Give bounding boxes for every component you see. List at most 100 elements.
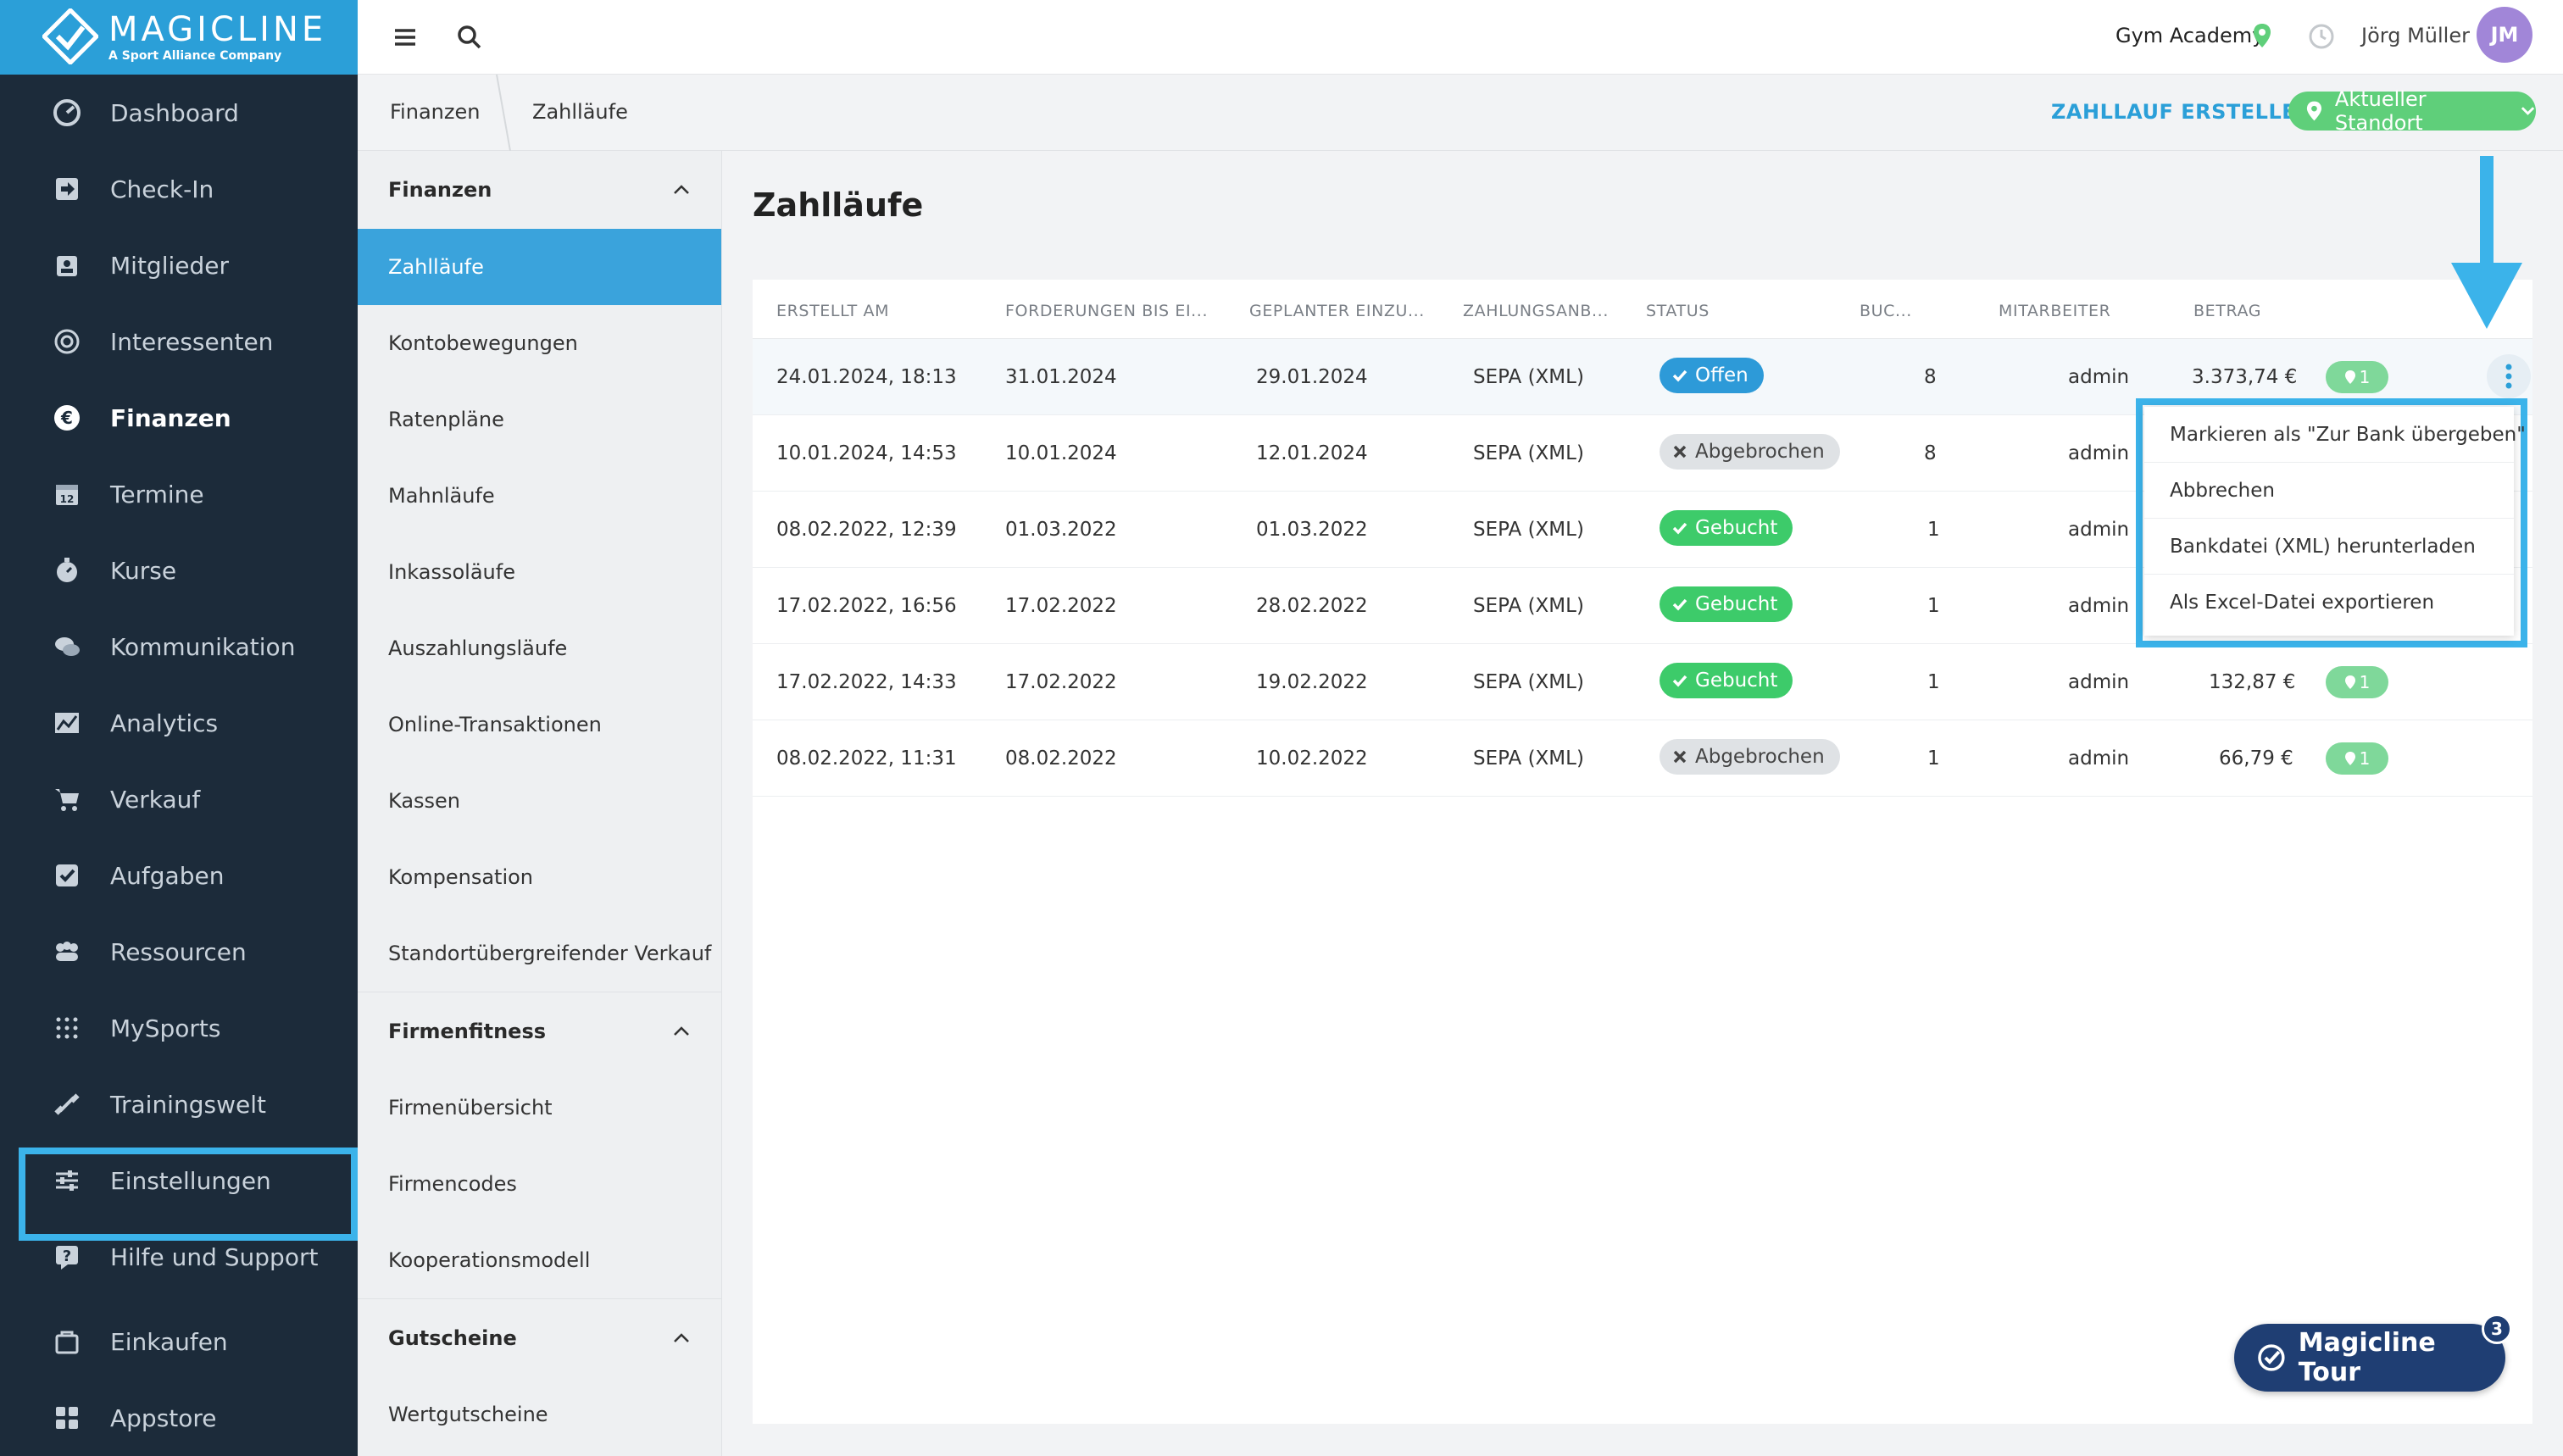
column-header[interactable]: BETRAG: [2193, 302, 2261, 320]
subnav-item-wertgutscheine[interactable]: Wertgutscheine: [358, 1376, 721, 1453]
status-label: Abgebrochen: [1695, 441, 1825, 463]
nav-item-finanzen[interactable]: € Finanzen: [0, 380, 358, 456]
subnav-item-online-transaktionen[interactable]: Online-Transaktionen: [358, 686, 721, 763]
nav-label: Hilfe und Support: [110, 1242, 319, 1271]
nav-item-mitglieder[interactable]: Mitglieder: [0, 227, 358, 303]
nav-item-hilfe[interactable]: ? Hilfe und Support: [0, 1219, 358, 1295]
cell-created: 08.02.2022, 12:39: [776, 519, 957, 541]
subnav-item-mahnlaeufe[interactable]: Mahnläufe: [358, 458, 721, 534]
hamburger-menu-icon[interactable]: [388, 20, 422, 54]
location-count: 1: [2359, 748, 2371, 769]
subnav-item-standortuebergreifender-verkauf[interactable]: Standortübergreifender Verkauf: [358, 915, 721, 992]
table-row[interactable]: 08.02.2022, 11:31 08.02.2022 10.02.2022 …: [753, 720, 2532, 797]
check-icon: [1672, 370, 1687, 382]
location-selector-label: Aktueller Standort: [2334, 87, 2427, 135]
column-header[interactable]: ERSTELLT AM: [776, 302, 889, 320]
chevron-up-icon: [674, 185, 689, 194]
subnav-item-auszahlungslaeufe[interactable]: Auszahlungsläufe: [358, 610, 721, 686]
nav-label: Dashboard: [110, 98, 239, 127]
subnav-item-zahllaeufe[interactable]: Zahlläufe: [358, 229, 721, 305]
close-icon: [1673, 445, 1687, 458]
page-title: Zahlläufe: [753, 186, 924, 224]
cell-created: 10.01.2024, 14:53: [776, 442, 957, 464]
row-actions-menu-button[interactable]: [2487, 354, 2531, 398]
nav-item-einkaufen[interactable]: Einkaufen: [0, 1303, 358, 1380]
logo-bar[interactable]: MAGICLINE A Sport Alliance Company: [0, 0, 358, 75]
subnav-item-firmencodes[interactable]: Firmencodes: [358, 1146, 721, 1222]
location-pin-icon: [2344, 675, 2355, 689]
svg-text:12: 12: [60, 493, 75, 505]
cell-claims-until: 17.02.2022: [1005, 671, 1117, 693]
location-count-badge[interactable]: 1: [2326, 742, 2388, 775]
cell-claims-until: 08.02.2022: [1005, 747, 1117, 770]
nav-item-dashboard[interactable]: Dashboard: [0, 75, 358, 151]
nav-item-aufgaben[interactable]: Aufgaben: [0, 837, 358, 914]
nav-label: Kurse: [110, 556, 177, 585]
magicline-tour-button[interactable]: Magicline Tour: [2234, 1324, 2505, 1392]
cell-provider: SEPA (XML): [1473, 442, 1584, 464]
nav-item-kurse[interactable]: Kurse: [0, 532, 358, 609]
menu-item-mark-sent-to-bank[interactable]: Markieren als "Zur Bank übergeben": [2144, 407, 2526, 463]
location-count-badge[interactable]: 1: [2326, 361, 2388, 393]
nav-item-ressourcen[interactable]: Ressourcen: [0, 914, 358, 990]
nav-item-mysports[interactable]: MySports: [0, 990, 358, 1066]
cell-provider: SEPA (XML): [1473, 595, 1584, 617]
menu-item-download-bank-file[interactable]: Bankdatei (XML) herunterladen: [2144, 519, 2514, 575]
menu-item-export-excel[interactable]: Als Excel-Datei exportieren: [2144, 575, 2514, 631]
nav-item-analytics[interactable]: Analytics: [0, 685, 358, 761]
nav-item-interessenten[interactable]: Interessenten: [0, 303, 358, 380]
user-name[interactable]: Jörg Müller: [2361, 24, 2470, 47]
breadcrumb: Finanzen Zahlläufe ZAHLLAUF ERSTELLEN Ak…: [358, 75, 2563, 151]
tour-count-badge: 3: [2482, 1314, 2512, 1344]
nav-item-verkauf[interactable]: Verkauf: [0, 761, 358, 837]
status-badge: Gebucht: [1660, 586, 1793, 622]
breadcrumb-parent[interactable]: Finanzen: [390, 100, 480, 124]
help-icon: ?: [53, 1242, 81, 1271]
subnav-item-kooperationsmodell[interactable]: Kooperationsmodell: [358, 1222, 721, 1298]
table-row[interactable]: 17.02.2022, 14:33 17.02.2022 19.02.2022 …: [753, 644, 2532, 720]
nav-item-einstellungen[interactable]: Einstellungen: [0, 1142, 358, 1241]
subnav-section-gutscheine[interactable]: Gutscheine: [358, 1298, 721, 1376]
apps-icon: [53, 1403, 81, 1432]
subnav-item-kontobewegungen[interactable]: Kontobewegungen: [358, 305, 721, 381]
menu-item-cancel[interactable]: Abbrechen: [2144, 463, 2514, 519]
chat-icon: [53, 632, 81, 661]
nav-item-termine[interactable]: 12 Termine: [0, 456, 358, 532]
clock-icon[interactable]: [2307, 22, 2336, 51]
subnav-section-finanzen[interactable]: Finanzen: [358, 151, 721, 229]
cell-claims-until: 31.01.2024: [1005, 366, 1117, 388]
gym-name[interactable]: Gym Academy: [2115, 24, 2264, 47]
nav-item-check-in[interactable]: Check-In: [0, 151, 358, 227]
subnav-item-ratenplaene[interactable]: Ratenpläne: [358, 381, 721, 458]
nav-label: Appstore: [110, 1403, 217, 1432]
column-header[interactable]: ZAHLUNGSANB...: [1463, 302, 1609, 320]
column-header[interactable]: BUC...: [1860, 302, 1912, 320]
search-icon[interactable]: [453, 20, 486, 54]
create-payment-run-button[interactable]: ZAHLLAUF ERSTELLEN: [2051, 100, 2314, 124]
subnav-item-inkassolaeufe[interactable]: Inkassoläufe: [358, 534, 721, 610]
column-header[interactable]: MITARBEITER: [1999, 302, 2110, 320]
avatar[interactable]: JM: [2477, 7, 2532, 63]
cell-provider: SEPA (XML): [1473, 747, 1584, 770]
nav-item-appstore[interactable]: Appstore: [0, 1380, 358, 1456]
location-selector-button[interactable]: Aktueller Standort: [2288, 87, 2536, 135]
column-header[interactable]: STATUS: [1646, 302, 1710, 320]
subnav-item-kassen[interactable]: Kassen: [358, 763, 721, 839]
nav-label: Trainingswelt: [110, 1090, 266, 1119]
subnav-item-firmenuebersicht[interactable]: Firmenübersicht: [358, 1070, 721, 1146]
column-header[interactable]: FORDERUNGEN BIS EI...: [1005, 302, 1208, 320]
prospects-icon: [53, 327, 81, 356]
cell-planned-collection: 29.01.2024: [1256, 366, 1368, 388]
location-count-badge[interactable]: 1: [2326, 666, 2388, 698]
subnav-item-kompensation[interactable]: Kompensation: [358, 839, 721, 915]
nav-item-trainingswelt[interactable]: Trainingswelt: [0, 1066, 358, 1142]
cell-provider: SEPA (XML): [1473, 366, 1584, 388]
nav-item-kommunikation[interactable]: Kommunikation: [0, 609, 358, 685]
status-badge: Abgebrochen: [1660, 434, 1840, 470]
subnav-section-firmenfitness[interactable]: Firmenfitness: [358, 992, 721, 1070]
cell-employee: admin: [2068, 442, 2130, 464]
column-header[interactable]: GEPLANTER EINZU...: [1249, 302, 1425, 320]
check-circle-icon: [2258, 1344, 2285, 1371]
nav-label: Aufgaben: [110, 861, 225, 890]
top-bar: Gym Academy Jörg Müller JM: [358, 0, 2563, 75]
